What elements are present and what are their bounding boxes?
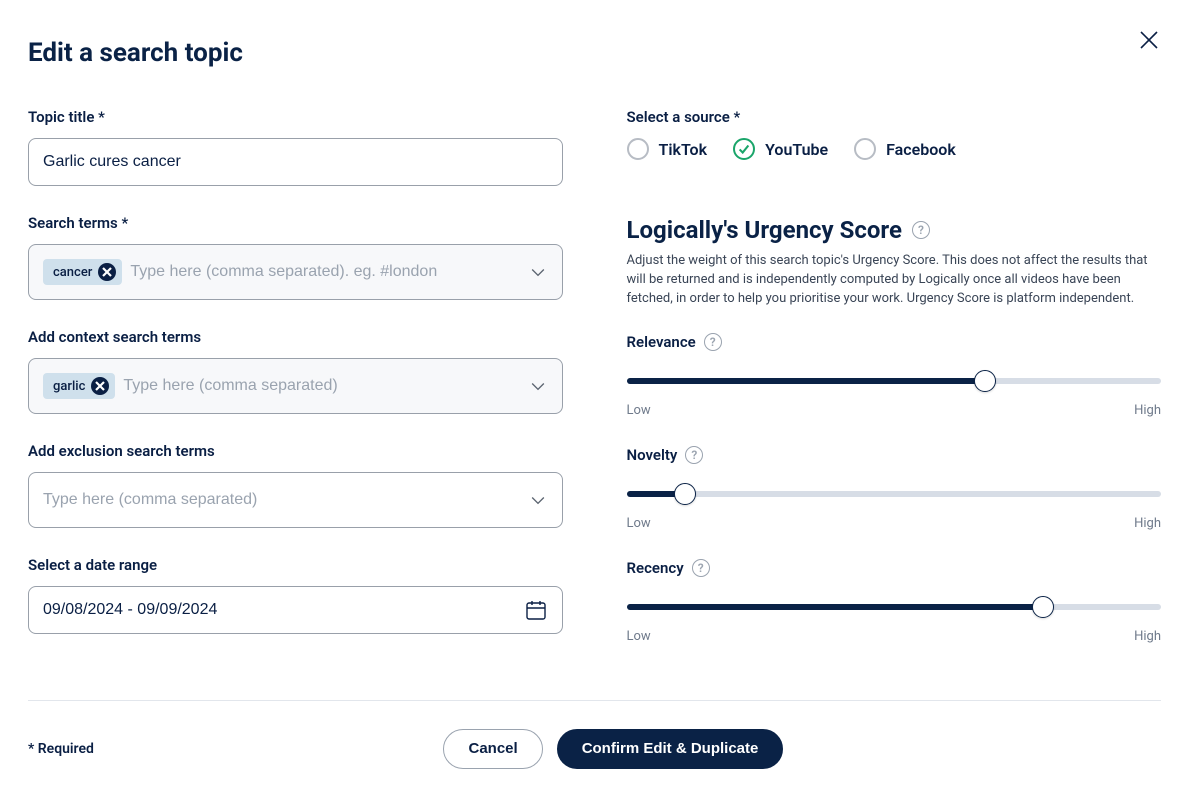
scale-high: High	[1134, 629, 1161, 644]
scale-high: High	[1134, 516, 1161, 531]
date-range-input[interactable]	[43, 601, 524, 619]
chevron-down-icon[interactable]	[528, 490, 548, 510]
context-term-chip: garlic	[43, 373, 115, 399]
slider-recency: Recency? Low High	[627, 559, 1162, 644]
slider-track-wrap[interactable]	[627, 369, 1162, 393]
calendar-icon[interactable]	[524, 598, 548, 622]
slider-thumb[interactable]	[974, 370, 996, 392]
radio-icon	[854, 138, 876, 160]
slider-scale: Low High	[627, 629, 1162, 644]
left-column: Topic title * Search terms * cancer	[28, 108, 563, 672]
right-column: Select a source * TikTok YouTube	[627, 108, 1162, 672]
source-option-youtube[interactable]: YouTube	[733, 138, 828, 160]
topic-title-input-shell	[28, 138, 563, 186]
edit-search-topic-modal: Edit a search topic Topic title * Search…	[0, 0, 1189, 802]
required-note: * Required	[28, 741, 94, 757]
slider-label-text: Relevance	[627, 333, 696, 351]
source-option-facebook[interactable]: Facebook	[854, 138, 956, 160]
slider-track-wrap[interactable]	[627, 595, 1162, 619]
context-term-chip-label: garlic	[53, 379, 85, 394]
source-field: Select a source * TikTok YouTube	[627, 108, 1162, 160]
radio-icon	[627, 138, 649, 160]
topic-title-label: Topic title *	[28, 108, 563, 126]
slider-label-text: Recency	[627, 559, 684, 577]
topic-title-field: Topic title *	[28, 108, 563, 186]
search-terms-input[interactable]	[130, 263, 519, 281]
slider-label-text: Novelty	[627, 446, 678, 464]
date-range-field: Select a date range	[28, 556, 563, 634]
date-range-label: Select a date range	[28, 556, 563, 574]
slider-label: Novelty?	[627, 446, 1162, 464]
modal-footer: * Required Cancel Confirm Edit & Duplica…	[28, 729, 1161, 769]
help-icon[interactable]: ?	[704, 333, 722, 351]
exclusion-terms-field: Add exclusion search terms	[28, 442, 563, 528]
source-option-tiktok[interactable]: TikTok	[627, 138, 708, 160]
slider-fill	[627, 378, 985, 384]
confirm-edit-duplicate-button[interactable]: Confirm Edit & Duplicate	[557, 729, 784, 769]
source-label: Select a source *	[627, 108, 1162, 126]
date-range-input-shell[interactable]	[28, 586, 563, 634]
scale-low: Low	[627, 403, 651, 418]
source-options: TikTok YouTube Facebook	[627, 138, 1162, 160]
search-terms-label: Search terms *	[28, 214, 563, 232]
slider-track-wrap[interactable]	[627, 482, 1162, 506]
urgency-description: Adjust the weight of this search topic's…	[627, 252, 1162, 309]
slider-thumb[interactable]	[1032, 596, 1054, 618]
slider-relevance: Relevance? Low High	[627, 333, 1162, 418]
slider-thumb[interactable]	[674, 483, 696, 505]
source-option-label: YouTube	[765, 140, 828, 159]
chevron-down-icon[interactable]	[528, 262, 548, 282]
modal-title: Edit a search topic	[28, 38, 1161, 68]
radio-checked-icon	[733, 138, 755, 160]
exclusion-terms-input[interactable]	[43, 491, 520, 509]
close-icon[interactable]	[1137, 28, 1161, 52]
search-terms-input-shell[interactable]: cancer	[28, 244, 563, 300]
urgency-heading: Logically's Urgency Score ?	[627, 216, 1162, 244]
divider	[28, 700, 1161, 701]
search-term-chip-label: cancer	[53, 265, 92, 280]
slider-novelty: Novelty? Low High	[627, 446, 1162, 531]
slider-label: Recency?	[627, 559, 1162, 577]
help-icon[interactable]: ?	[692, 559, 710, 577]
help-icon[interactable]: ?	[685, 446, 703, 464]
remove-chip-icon[interactable]	[91, 377, 109, 395]
slider-scale: Low High	[627, 516, 1162, 531]
scale-low: Low	[627, 629, 651, 644]
exclusion-terms-input-shell[interactable]	[28, 472, 563, 528]
context-terms-input[interactable]	[123, 377, 519, 395]
context-terms-input-shell[interactable]: garlic	[28, 358, 563, 414]
urgency-heading-text: Logically's Urgency Score	[627, 216, 902, 244]
scale-low: Low	[627, 516, 651, 531]
urgency-sliders: Relevance?LowHighNovelty?LowHighRecency?…	[627, 333, 1162, 644]
source-option-label: Facebook	[886, 140, 956, 159]
search-term-chip: cancer	[43, 259, 122, 285]
search-terms-field: Search terms * cancer	[28, 214, 563, 300]
topic-title-input[interactable]	[43, 153, 548, 171]
cancel-button[interactable]: Cancel	[443, 729, 542, 769]
remove-chip-icon[interactable]	[98, 263, 116, 281]
exclusion-terms-label: Add exclusion search terms	[28, 442, 563, 460]
slider-scale: Low High	[627, 403, 1162, 418]
context-terms-field: Add context search terms garlic	[28, 328, 563, 414]
slider-fill	[627, 604, 1044, 610]
slider-label: Relevance?	[627, 333, 1162, 351]
context-terms-label: Add context search terms	[28, 328, 563, 346]
help-icon[interactable]: ?	[912, 221, 930, 239]
source-option-label: TikTok	[659, 140, 708, 159]
chevron-down-icon[interactable]	[528, 376, 548, 396]
footer-buttons: Cancel Confirm Edit & Duplicate	[443, 729, 783, 769]
scale-high: High	[1134, 403, 1161, 418]
slider-track	[627, 491, 1162, 497]
